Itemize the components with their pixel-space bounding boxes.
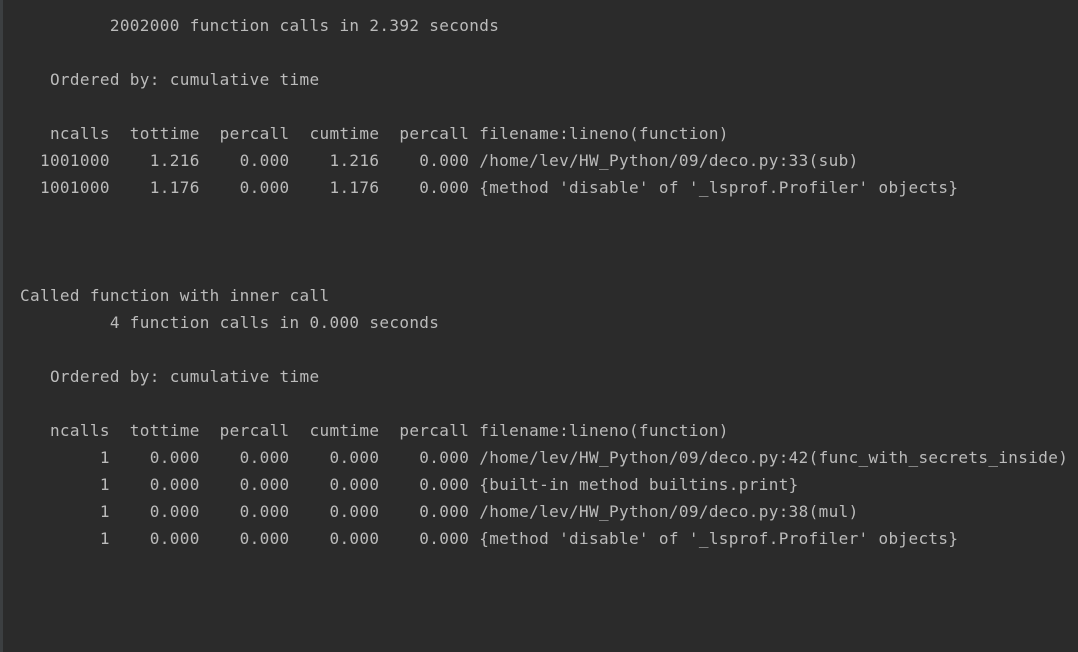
- console-line-summary-1: 2002000 function calls in 2.392 seconds: [20, 16, 500, 35]
- console-line-ordered-by-1: Ordered by: cumulative time: [20, 70, 320, 89]
- console-line-table-header-1: ncalls tottime percall cumtime percall f…: [20, 124, 729, 143]
- run-console-output[interactable]: 2002000 function calls in 2.392 seconds …: [0, 0, 1078, 652]
- console-line-row-mul: 1 0.000 0.000 0.000 0.000 /home/lev/HW_P…: [20, 502, 859, 521]
- console-line-row-print: 1 0.000 0.000 0.000 0.000 {built-in meth…: [20, 475, 799, 494]
- console-line-row-func-secrets: 1 0.000 0.000 0.000 0.000 /home/lev/HW_P…: [20, 448, 1069, 467]
- console-line-table-header-2: ncalls tottime percall cumtime percall f…: [20, 421, 729, 440]
- console-line-called-function: Called function with inner call: [20, 286, 330, 305]
- console-line-row-disable-1: 1001000 1.176 0.000 1.176 0.000 {method …: [20, 178, 959, 197]
- console-line-ordered-by-2: Ordered by: cumulative time: [20, 367, 320, 386]
- console-line-row-sub: 1001000 1.216 0.000 1.216 0.000 /home/le…: [20, 151, 859, 170]
- console-line-summary-2: 4 function calls in 0.000 seconds: [20, 313, 440, 332]
- console-line-row-disable-2: 1 0.000 0.000 0.000 0.000 {method 'disab…: [20, 529, 959, 548]
